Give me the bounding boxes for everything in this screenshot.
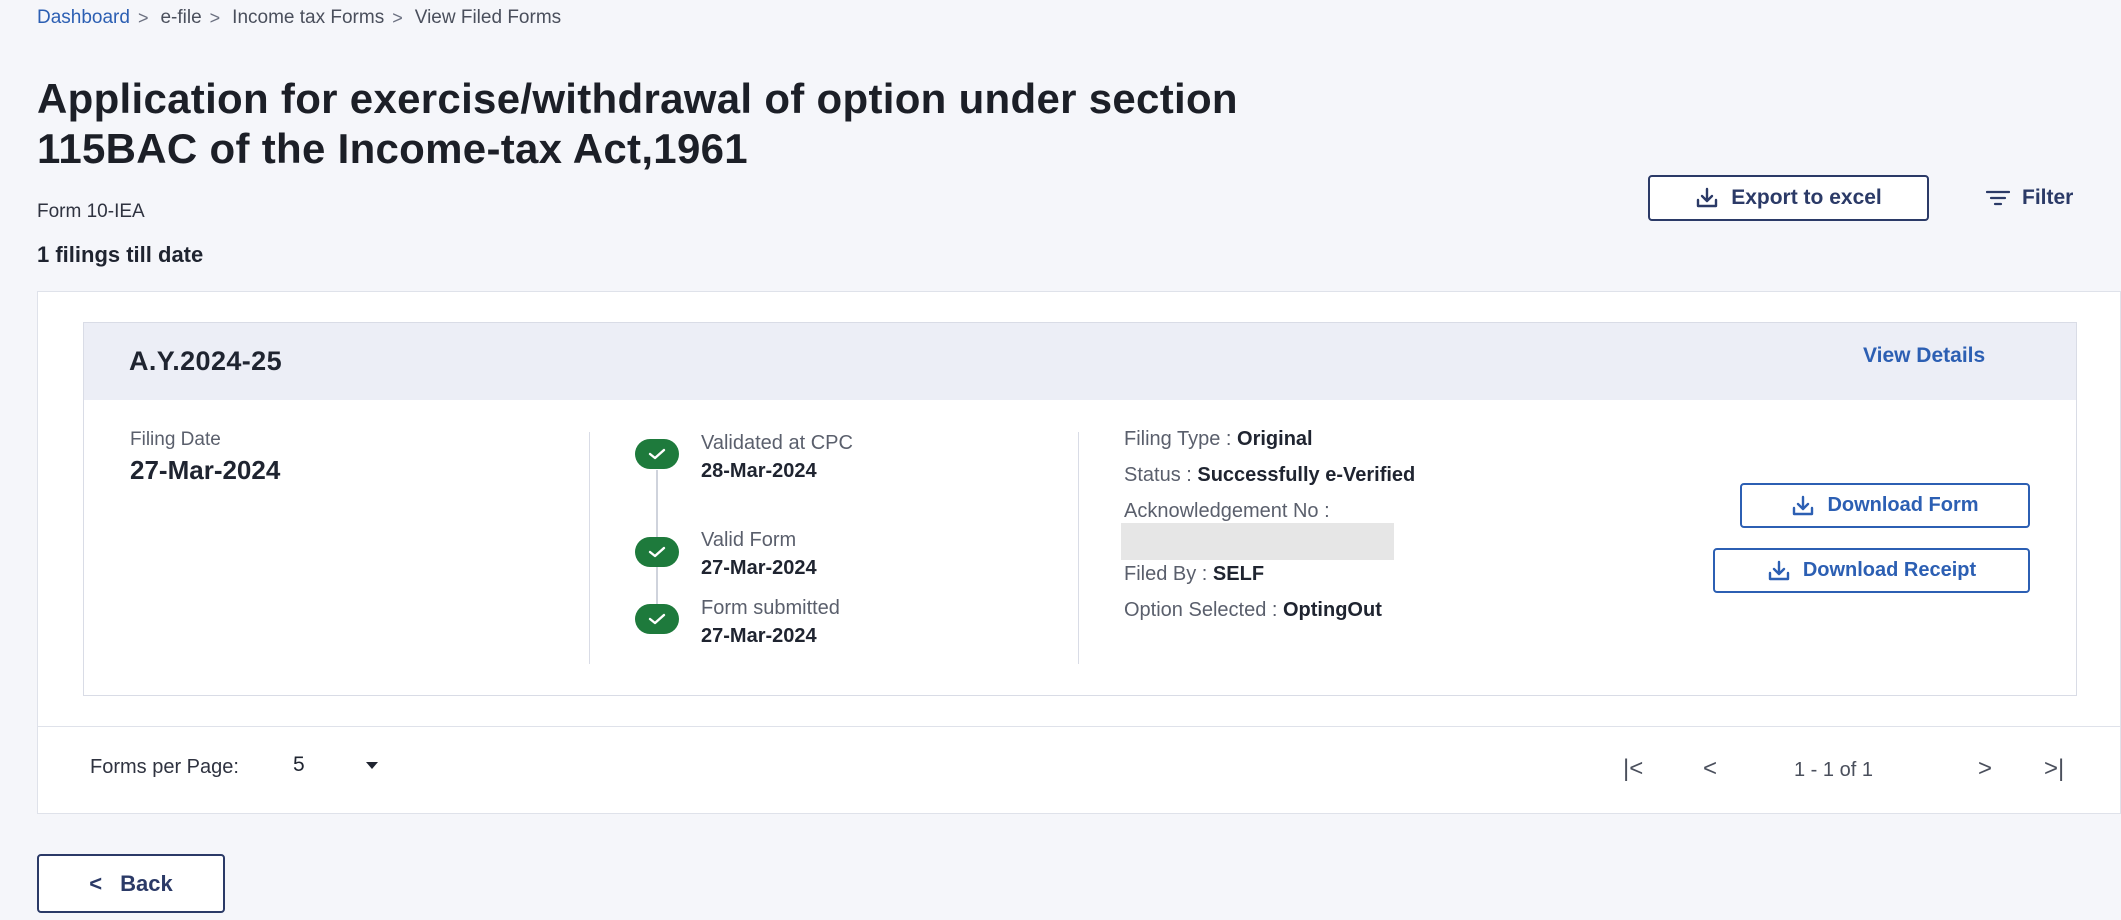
form-name: Form 10-IEA xyxy=(37,201,145,222)
assessment-year: A.Y.2024-25 xyxy=(129,346,283,376)
filing-date-value: 27-Mar-2024 xyxy=(130,455,281,485)
back-label: Back xyxy=(120,870,173,896)
check-icon xyxy=(635,439,679,469)
chevron-left-icon: < xyxy=(89,870,103,896)
option-selected: Option Selected : OptingOut xyxy=(1124,599,1382,622)
filed-by: Filed By : SELF xyxy=(1124,563,1264,586)
breadcrumb-view-filed-forms: View Filed Forms xyxy=(414,7,562,28)
status-label: Status : xyxy=(1124,464,1192,486)
timeline-step-label: Form submitted xyxy=(701,597,840,619)
timeline-step-label: Validated at CPC xyxy=(701,432,853,454)
option-selected-label: Option Selected : xyxy=(1124,599,1278,621)
timeline-step-date: 28-Mar-2024 xyxy=(701,460,817,482)
filing-type: Filing Type : Original xyxy=(1124,428,1313,451)
per-page-label: Forms per Page: xyxy=(90,756,239,778)
next-page-button[interactable]: > xyxy=(1978,755,1992,783)
filed-by-label: Filed By : xyxy=(1124,563,1208,585)
filing-type-value: Original xyxy=(1237,428,1313,450)
download-form-label: Download Form xyxy=(1827,494,1979,516)
previous-page-button[interactable]: < xyxy=(1703,755,1717,783)
breadcrumb-separator: > xyxy=(209,7,221,28)
caret-down-icon[interactable] xyxy=(366,762,378,769)
breadcrumb-separator: > xyxy=(137,7,149,28)
check-icon xyxy=(635,604,679,634)
page-range: 1 - 1 of 1 xyxy=(1794,759,1873,781)
filter-label: Filter xyxy=(2022,186,2074,209)
filing-card-header xyxy=(84,323,2076,400)
export-to-excel-button[interactable]: Export to excel xyxy=(1648,175,1929,221)
acknowledgement-label: Acknowledgement No : xyxy=(1124,500,1330,522)
option-selected-value: OptingOut xyxy=(1283,599,1382,621)
download-icon xyxy=(1768,560,1790,580)
page-title: Application for exercise/withdrawal of o… xyxy=(37,75,1238,172)
download-form-button[interactable]: Download Form xyxy=(1740,483,2030,528)
last-page-button[interactable]: >| xyxy=(2044,755,2064,783)
filter-button[interactable]: Filter xyxy=(1986,183,2073,213)
download-icon xyxy=(1697,187,1718,208)
per-page-select[interactable]: 5 xyxy=(293,753,305,777)
timeline-step-label: Valid Form xyxy=(701,529,797,551)
status-value: Successfully e-Verified xyxy=(1197,464,1416,486)
download-receipt-label: Download Receipt xyxy=(1802,559,1977,581)
filing-status: Status : Successfully e-Verified xyxy=(1124,464,1415,487)
breadcrumb-separator: > xyxy=(392,7,403,28)
column-divider xyxy=(1078,432,1079,664)
first-page-button[interactable]: |< xyxy=(1623,755,1643,783)
view-details-link[interactable]: View Details xyxy=(1863,344,1985,368)
filter-icon xyxy=(1986,190,2010,206)
check-icon xyxy=(635,537,679,567)
timeline-step-date: 27-Mar-2024 xyxy=(701,557,817,579)
download-receipt-button[interactable]: Download Receipt xyxy=(1713,548,2030,593)
download-icon xyxy=(1793,495,1814,515)
back-button[interactable]: < Back xyxy=(37,854,225,913)
filed-by-value: SELF xyxy=(1212,563,1265,585)
column-divider xyxy=(589,432,590,664)
breadcrumb-dashboard[interactable]: Dashboard xyxy=(37,7,130,29)
acknowledgement-number: Acknowledgement No : xyxy=(1124,500,1330,523)
filing-type-label: Filing Type : xyxy=(1124,428,1232,450)
export-to-excel-label: Export to excel xyxy=(1731,186,1882,209)
breadcrumb: Dashboard > e-file > Income tax Forms > … xyxy=(37,7,561,29)
filings-count: 1 filings till date xyxy=(37,242,204,267)
timeline-step-date: 27-Mar-2024 xyxy=(701,625,817,647)
acknowledgement-redacted xyxy=(1121,523,1394,560)
breadcrumb-efile[interactable]: e-file xyxy=(160,7,201,29)
breadcrumb-income-tax-forms[interactable]: Income tax Forms xyxy=(232,7,384,29)
filing-date-label: Filing Date xyxy=(130,429,221,450)
